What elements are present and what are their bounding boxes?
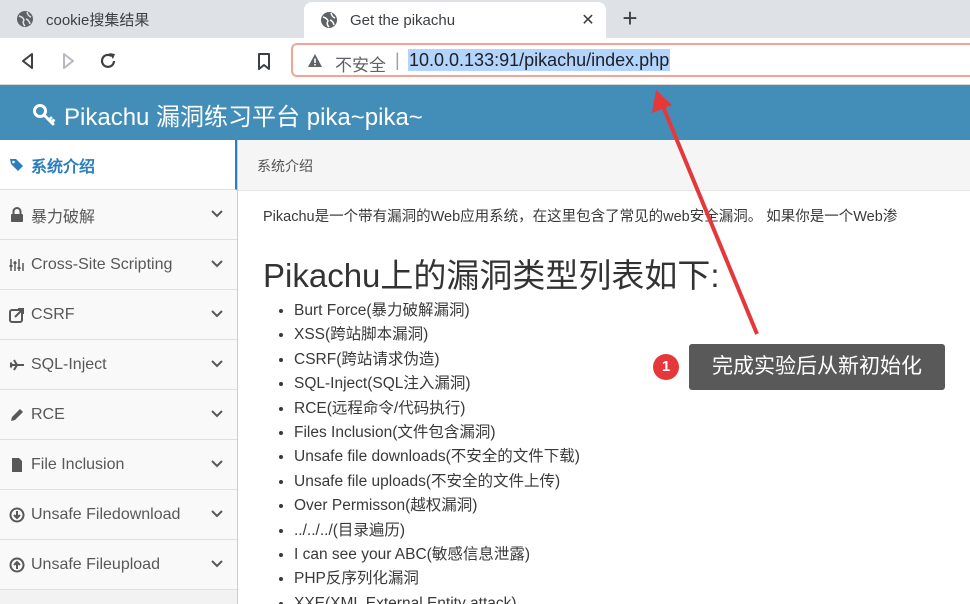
tab-strip: cookie搜集结果 Get the pikachu ✕ + xyxy=(0,0,970,38)
sidebar-item-xss[interactable]: Cross-Site Scripting xyxy=(0,240,237,290)
sidebar-item-unsafe-fileupload[interactable]: Unsafe Fileupload xyxy=(0,540,237,590)
sidebar-item-label: Unsafe Filedownload xyxy=(31,505,181,523)
list-item: PHP反序列化漏洞 xyxy=(294,567,580,591)
sidebar-item-label: 系统介绍 xyxy=(31,158,96,176)
sidebar-item-rce[interactable]: RCE xyxy=(0,390,237,440)
forward-icon[interactable] xyxy=(56,49,80,73)
site-title: Pikachu 漏洞练习平台 pika~pika~ xyxy=(64,104,423,131)
list-item: I can see your ABC(敏感信息泄露) xyxy=(294,543,580,567)
new-tab-button[interactable]: + xyxy=(618,5,642,31)
browser-toolbar: 不安全 | 10.0.0.133:91/pikachu/index.php xyxy=(0,38,970,85)
sidebar-item-intro[interactable]: 系统介绍 xyxy=(0,140,237,190)
pencil-icon xyxy=(11,408,23,421)
list-item: Over Permisson(越权漏洞) xyxy=(294,494,580,518)
sidebar-item-label: SQL-Inject xyxy=(31,355,107,373)
download-icon xyxy=(9,507,25,522)
sidebar-item-label: Cross-Site Scripting xyxy=(31,255,173,273)
sidebar: 系统介绍 暴力破解 Cross-Site Scripting CSRF SQL-… xyxy=(0,140,238,604)
plane-icon xyxy=(9,358,24,371)
sidebar-item-label: RCE xyxy=(31,405,65,423)
sidebar-item-label: File Inclusion xyxy=(31,455,125,473)
tags-icon xyxy=(10,158,23,171)
file-icon xyxy=(12,457,22,472)
chevron-down-icon xyxy=(211,360,223,368)
tab-title: cookie搜集结果 xyxy=(46,11,150,29)
list-item: Unsafe file downloads(不安全的文件下载) xyxy=(294,445,580,469)
list-item: ../../../(目录遍历) xyxy=(294,519,580,543)
tab-cookie-results[interactable]: cookie搜集结果 xyxy=(0,0,300,38)
reload-icon[interactable] xyxy=(96,49,120,73)
share-icon xyxy=(9,307,24,323)
intro-text: Pikachu是一个带有漏洞的Web应用系统，在这里包含了常见的web安全漏洞。… xyxy=(263,209,898,225)
breadcrumb: 系统介绍 xyxy=(238,140,970,191)
sidebar-item-brute-force[interactable]: 暴力破解 xyxy=(0,190,237,240)
annotation-badge: 1 xyxy=(653,354,679,380)
sliders-icon xyxy=(9,258,24,271)
tab-get-the-pikachu[interactable]: Get the pikachu ✕ xyxy=(304,2,606,38)
globe-icon xyxy=(321,12,337,28)
sidebar-item-csrf[interactable]: CSRF xyxy=(0,290,237,340)
main-content: Pikachu是一个带有漏洞的Web应用系统，在这里包含了常见的web安全漏洞。… xyxy=(238,191,970,604)
sidebar-item-label: 暴力破解 xyxy=(31,208,96,226)
sidebar-item-label: CSRF xyxy=(31,305,75,323)
list-item: CSRF(跨站请求伪造) xyxy=(294,348,580,372)
chevron-down-icon xyxy=(211,460,223,468)
key-icon xyxy=(33,103,55,125)
upload-icon xyxy=(9,557,25,572)
breadcrumb-current: 系统介绍 xyxy=(257,158,313,174)
vulnerability-list: Burt Force(暴力破解漏洞) XSS(跨站脚本漏洞) CSRF(跨站请求… xyxy=(266,299,580,604)
chevron-down-icon xyxy=(211,410,223,418)
back-icon[interactable] xyxy=(16,49,40,73)
sidebar-item-unsafe-filedownload[interactable]: Unsafe Filedownload xyxy=(0,490,237,540)
address-separator: | xyxy=(395,50,400,70)
close-tab-icon[interactable]: ✕ xyxy=(576,10,600,30)
list-item: Files Inclusion(文件包含漏洞) xyxy=(294,421,580,445)
sidebar-item-file-inclusion[interactable]: File Inclusion xyxy=(0,440,237,490)
address-bar[interactable]: 不安全 | 10.0.0.133:91/pikachu/index.php xyxy=(291,43,970,77)
annotation-callout: 完成实验后从新初始化 xyxy=(689,344,945,390)
page-heading: Pikachu上的漏洞类型列表如下: xyxy=(263,257,720,294)
bookmark-icon[interactable] xyxy=(252,49,276,73)
site-brand[interactable]: Pikachu 漏洞练习平台 pika~pika~ xyxy=(32,97,423,132)
warning-icon[interactable] xyxy=(307,53,323,69)
site-header: Pikachu 漏洞练习平台 pika~pika~ xyxy=(0,85,970,140)
list-item: XXE(XML External Entity attack) xyxy=(294,592,580,604)
url-text[interactable]: 10.0.0.133:91/pikachu/index.php xyxy=(408,49,671,71)
chevron-down-icon xyxy=(211,260,223,268)
chevron-down-icon xyxy=(211,560,223,568)
chevron-down-icon xyxy=(211,510,223,518)
lock-icon xyxy=(11,206,23,222)
chevron-down-icon xyxy=(211,310,223,318)
globe-icon xyxy=(17,11,33,27)
sidebar-item-sql-inject[interactable]: SQL-Inject xyxy=(0,340,237,390)
security-status: 不安全 xyxy=(335,56,386,75)
list-item: SQL-Inject(SQL注入漏洞) xyxy=(294,372,580,396)
list-item: XSS(跨站脚本漏洞) xyxy=(294,323,580,347)
chevron-down-icon xyxy=(211,210,223,218)
sidebar-item-label: Unsafe Fileupload xyxy=(31,555,160,573)
list-item: Unsafe file uploads(不安全的文件上传) xyxy=(294,470,580,494)
tab-title: Get the pikachu xyxy=(350,11,456,29)
list-item: Burt Force(暴力破解漏洞) xyxy=(294,299,580,323)
list-item: RCE(远程命令/代码执行) xyxy=(294,397,580,421)
